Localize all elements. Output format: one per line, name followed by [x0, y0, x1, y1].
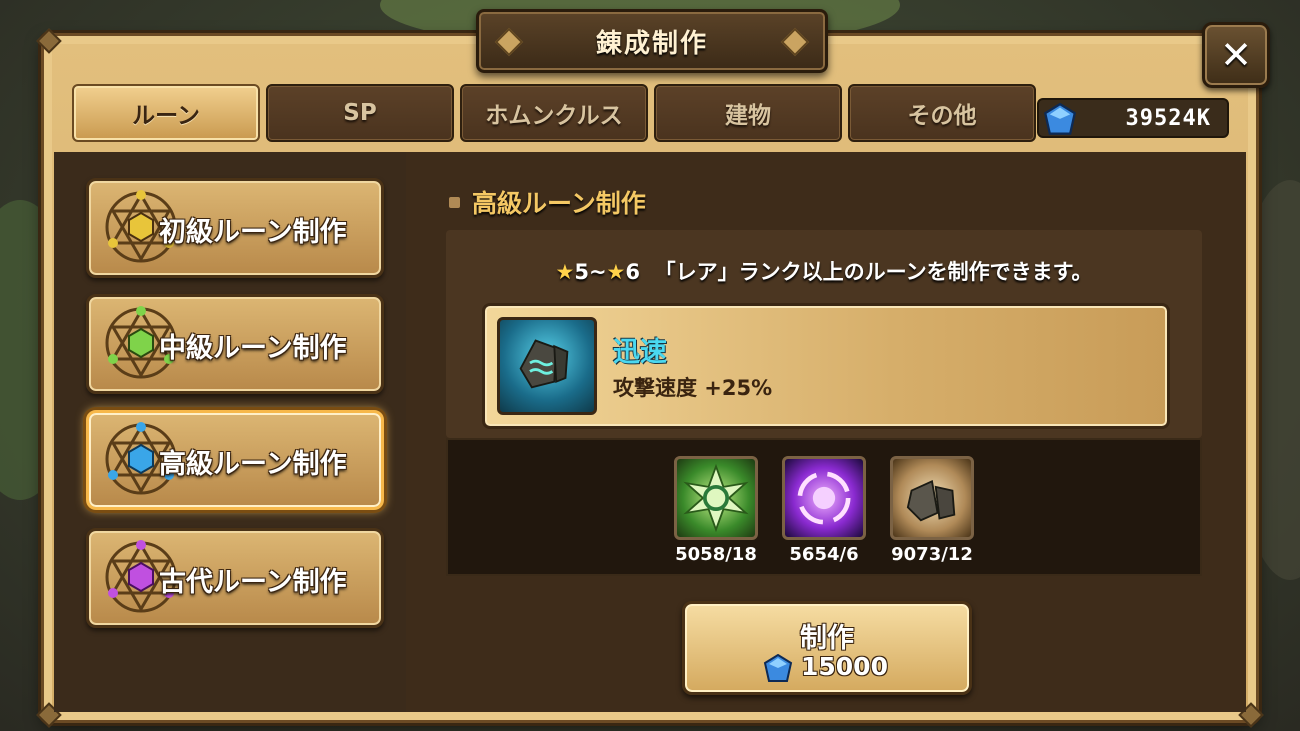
section-header: 高級ルーン制作 [449, 184, 646, 220]
star-min: 5~ [574, 260, 607, 284]
material-count: 5654/6 [789, 544, 859, 565]
crystal-icon [1043, 103, 1077, 135]
recipe-advanced-rune[interactable]: 高級ルーン制作 [86, 410, 384, 510]
description-text: 「レア」ランク以上のルーンを制作できます。 [654, 260, 1093, 284]
recipe-label: 中級ルーン制作 [159, 333, 347, 364]
star-icon: ★ [555, 260, 575, 284]
star-max: 6 [625, 260, 640, 284]
crystal-count: 39524K [1125, 105, 1211, 131]
crystal-balance: 39524K [1037, 98, 1229, 138]
rune-name: 迅速 [613, 337, 667, 368]
close-icon: ✕ [1220, 33, 1252, 77]
recipe-intermediate-rune[interactable]: 中級ルーン制作 [86, 294, 384, 394]
tab-rune[interactable]: ルーン [72, 84, 260, 142]
tab-sp[interactable]: SP [266, 84, 454, 142]
section-title: 高級ルーン制作 [472, 189, 646, 218]
craft-button[interactable]: 制作 15000 [682, 601, 972, 695]
material-count: 5058/18 [675, 544, 757, 565]
tab-other[interactable]: その他 [848, 84, 1036, 142]
recipe-label: 高級ルーン制作 [159, 449, 347, 480]
recipe-label: 古代ルーン制作 [159, 567, 347, 598]
rune-stone-icon[interactable] [890, 456, 974, 540]
close-button[interactable]: ✕ [1202, 22, 1270, 88]
recipe-ancient-rune[interactable]: 古代ルーン制作 [86, 528, 384, 628]
tab-building[interactable]: 建物 [654, 84, 842, 142]
rune-result-card: 迅速 攻撃速度 +25% [482, 303, 1170, 429]
star-icon: ★ [606, 260, 626, 284]
grade-description: ★5~★6 「レア」ランク以上のルーンを制作できます。 [446, 256, 1202, 286]
tab-homunculus[interactable]: ホムンクルス [460, 84, 648, 142]
craft-label: 制作 [800, 623, 854, 654]
recipe-basic-rune[interactable]: 初級ルーン制作 [86, 178, 384, 278]
wind-essence-icon[interactable] [674, 456, 758, 540]
crystal-icon [763, 654, 793, 682]
material-count: 9073/12 [891, 544, 973, 565]
section-bullet-icon [449, 196, 460, 208]
materials-panel: 5058/18 5654/6 9073/12 [446, 438, 1202, 576]
craft-cost: 15000 [801, 652, 888, 681]
recipe-label: 初級ルーン制作 [159, 217, 347, 248]
dialog-title-plate: 錬成制作 [476, 9, 828, 73]
swift-rune-icon [497, 317, 597, 415]
chaos-essence-icon[interactable] [782, 456, 866, 540]
dialog-title: 錬成制作 [595, 28, 708, 59]
rune-effect: 攻撃速度 +25% [613, 376, 773, 400]
category-tabs: ルーン SP ホムンクルス 建物 その他 [72, 84, 1036, 142]
